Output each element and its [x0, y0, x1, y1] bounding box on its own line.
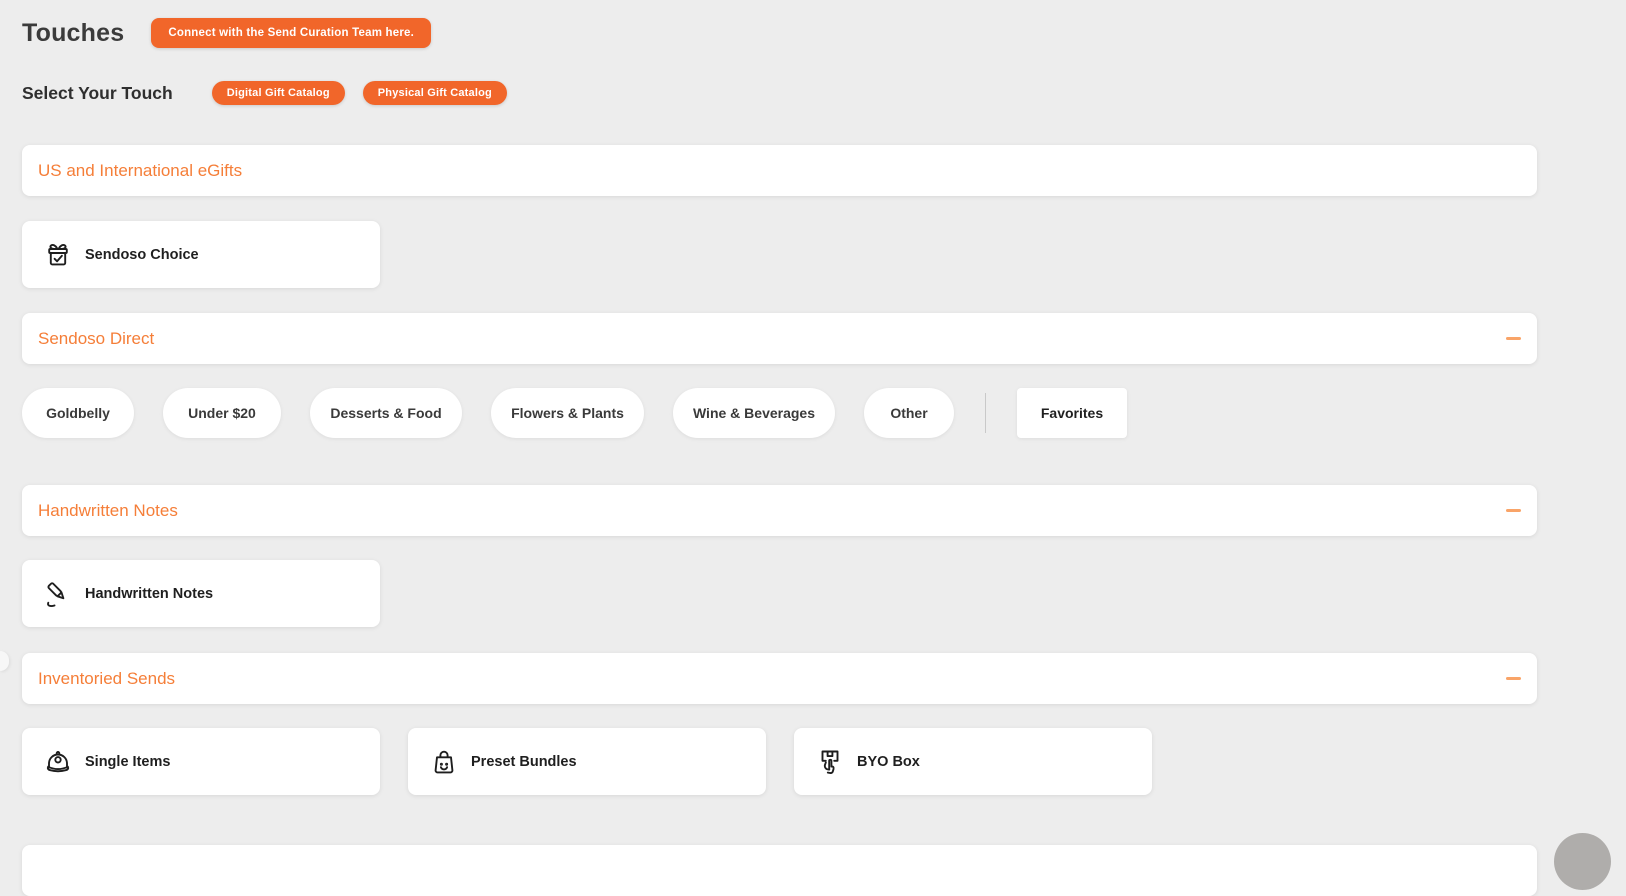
chat-launcher-button[interactable]	[1554, 833, 1611, 890]
card-handwritten-notes[interactable]: Handwritten Notes	[22, 560, 380, 627]
filter-pill-wine-beverages[interactable]: Wine & Beverages	[673, 388, 835, 438]
section-title-handwritten-notes: Handwritten Notes	[38, 501, 178, 521]
filter-pill-other[interactable]: Other	[864, 388, 954, 438]
card-label: BYO Box	[857, 754, 920, 770]
select-touch-title: Select Your Touch	[22, 83, 173, 104]
card-preset-bundles[interactable]: Preset Bundles	[408, 728, 766, 795]
section-title-inventoried-sends: Inventoried Sends	[38, 669, 175, 689]
filter-divider	[985, 393, 986, 433]
collapse-minus-icon[interactable]	[1506, 509, 1521, 512]
gift-check-icon	[42, 239, 74, 271]
filter-pill-desserts-food[interactable]: Desserts & Food	[310, 388, 462, 438]
page-title: Touches	[22, 19, 124, 48]
cap-icon	[42, 746, 74, 778]
card-sendoso-choice[interactable]: Sendoso Choice	[22, 221, 380, 288]
card-label: Preset Bundles	[471, 754, 577, 770]
filter-pill-flowers-plants[interactable]: Flowers & Plants	[491, 388, 644, 438]
section-title-sendoso-direct: Sendoso Direct	[38, 329, 154, 349]
section-title-egifts: US and International eGifts	[38, 161, 242, 181]
marker-pen-icon	[42, 578, 74, 610]
shopping-bag-smile-icon	[428, 746, 460, 778]
touches-page: Touches Connect with the Send Curation T…	[22, 0, 1537, 896]
direct-filter-row: Goldbelly Under $20 Desserts & Food Flow…	[22, 388, 1537, 438]
section-bar-handwritten-notes[interactable]: Handwritten Notes	[22, 485, 1537, 536]
section-bar-inventoried-sends[interactable]: Inventoried Sends	[22, 653, 1537, 704]
side-drawer-handle[interactable]	[0, 651, 9, 671]
section-bar-egifts[interactable]: US and International eGifts	[22, 145, 1537, 196]
inventoried-cards-row: Single Items Preset Bundles	[22, 728, 1537, 795]
digital-gift-catalog-button[interactable]: Digital Gift Catalog	[212, 81, 345, 105]
favorites-button[interactable]: Favorites	[1017, 388, 1127, 438]
collapse-minus-icon[interactable]	[1506, 677, 1521, 680]
card-label: Handwritten Notes	[85, 586, 213, 602]
card-label: Single Items	[85, 754, 170, 770]
partial-section-bar[interactable]	[22, 845, 1537, 896]
select-touch-header: Select Your Touch Digital Gift Catalog P…	[22, 81, 1537, 105]
page-header: Touches Connect with the Send Curation T…	[22, 18, 1537, 48]
physical-gift-catalog-button[interactable]: Physical Gift Catalog	[363, 81, 507, 105]
filter-pill-under-20[interactable]: Under $20	[163, 388, 281, 438]
card-label: Sendoso Choice	[85, 247, 199, 263]
section-bar-sendoso-direct[interactable]: Sendoso Direct	[22, 313, 1537, 364]
box-hand-icon	[814, 746, 846, 778]
connect-curation-team-button[interactable]: Connect with the Send Curation Team here…	[151, 18, 431, 48]
filter-pill-goldbelly[interactable]: Goldbelly	[22, 388, 134, 438]
card-single-items[interactable]: Single Items	[22, 728, 380, 795]
collapse-minus-icon[interactable]	[1506, 337, 1521, 340]
card-byo-box[interactable]: BYO Box	[794, 728, 1152, 795]
